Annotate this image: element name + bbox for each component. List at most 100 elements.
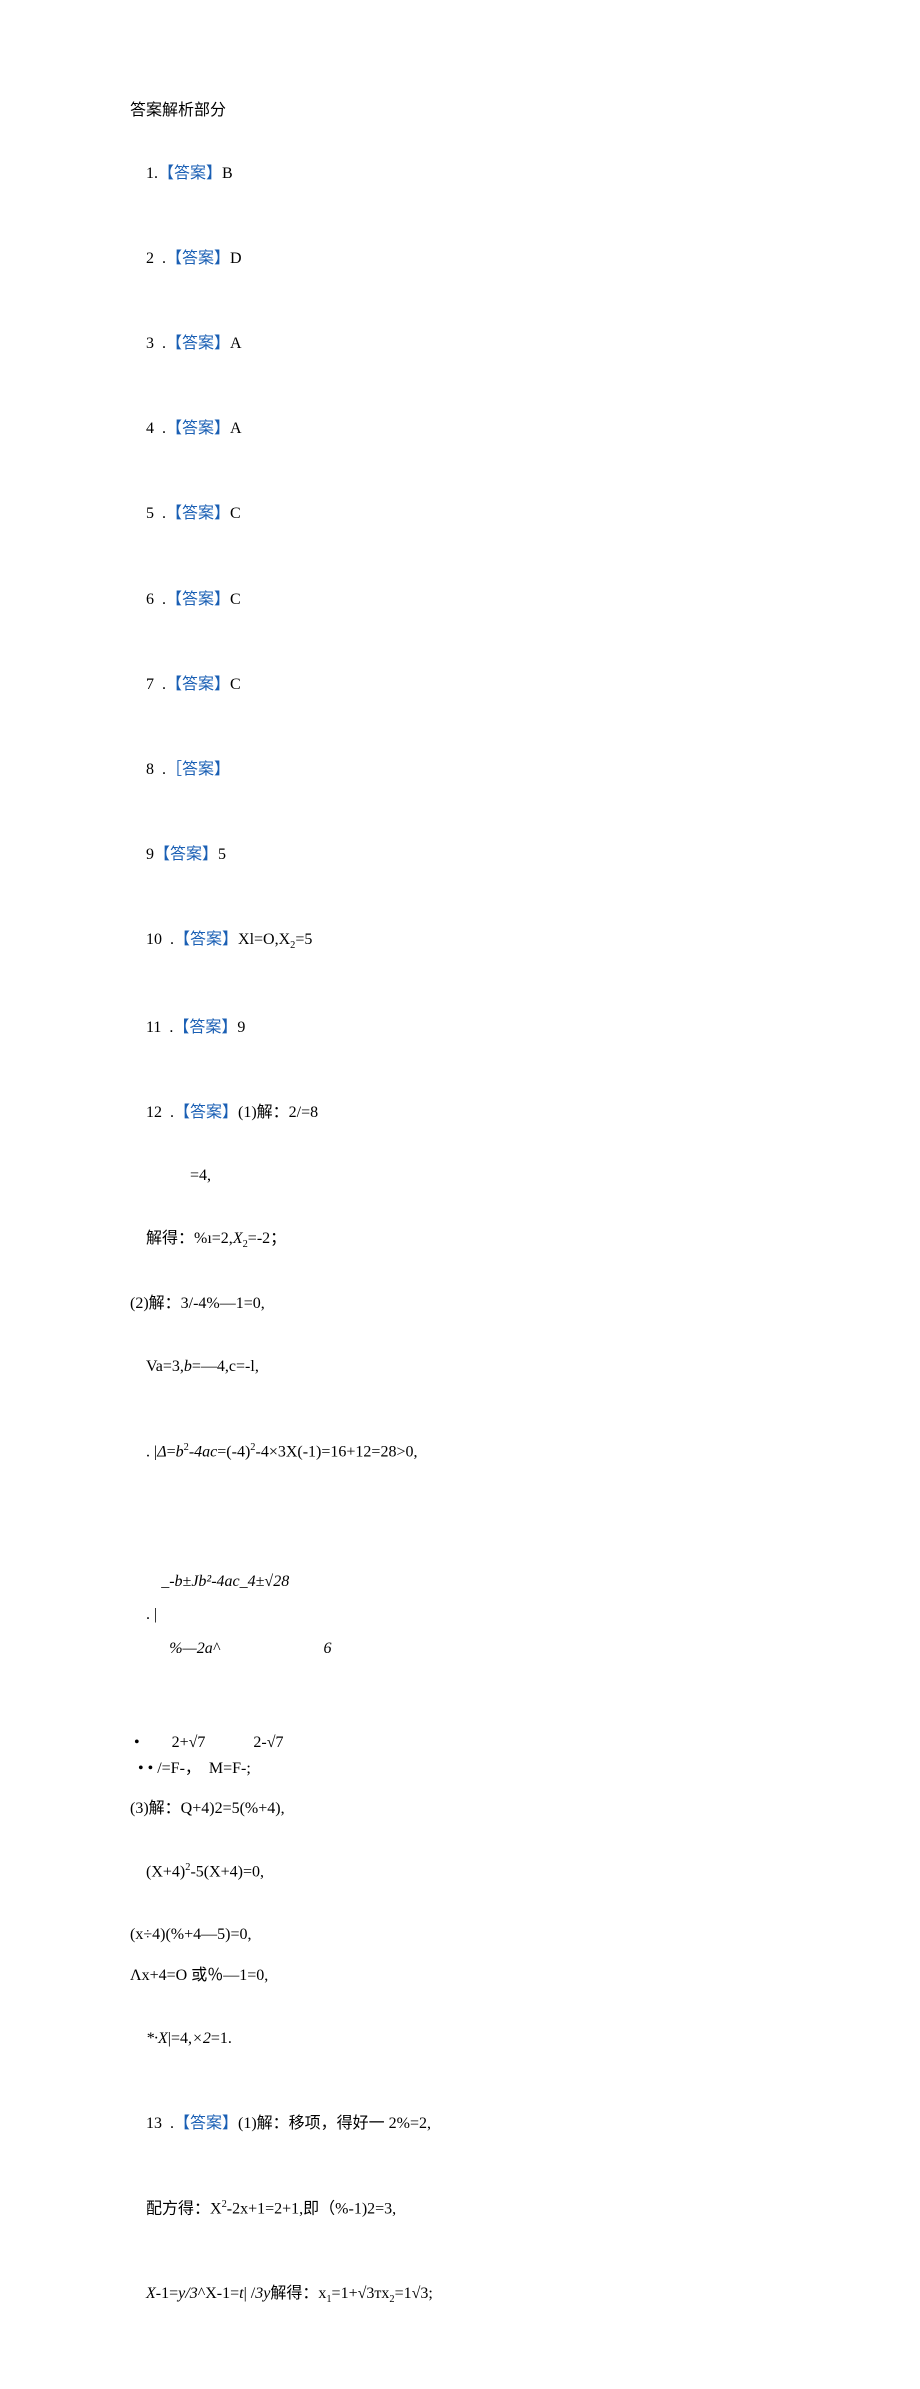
- answer-4: 4 .【答案】A: [130, 396, 920, 463]
- text: 解得：x: [270, 2285, 326, 2302]
- answer-value: A: [230, 335, 242, 352]
- answer-label: 【答案】: [166, 250, 230, 267]
- answer-label: 【答案】: [174, 2115, 238, 2132]
- text: . |: [146, 1443, 157, 1460]
- answer-6: 6 .【答案】C: [130, 566, 920, 633]
- answer-label: 【答案】: [166, 591, 230, 608]
- q-number: 13 .: [146, 2115, 174, 2132]
- work-line: • 2+√7 2-√7: [130, 1732, 920, 1754]
- work-line: (X+4)2-5(X+4)=0,: [130, 1839, 920, 1907]
- work-line: . |Δ=b2-4ac=(-4)2-4×3X(-1)=16+12=28>0,: [130, 1418, 920, 1486]
- work-line: =4,: [130, 1165, 920, 1187]
- work-line: Λx+4=O 或％—1=0,: [130, 1965, 920, 1987]
- answer-label: 【答案】: [158, 165, 222, 182]
- document-page: 答案解析部分 1.【答案】B 2 .【答案】D 3 .【答案】A 4 .【答案】…: [0, 0, 920, 2389]
- text: -2x+1=2+1,即（%-1)2=3,: [227, 2200, 396, 2217]
- text: =—4,c=-l,: [192, 1358, 259, 1375]
- text: X: [146, 2285, 156, 2302]
- q-number: 4 .: [146, 420, 166, 437]
- work-line: 解得：%ı=2,X2=-2；: [130, 1205, 920, 1275]
- answer-5: 5 .【答案】C: [130, 481, 920, 548]
- answer-3: 3 .【答案】A: [130, 311, 920, 378]
- text: -1=: [156, 2285, 178, 2302]
- q-number: 7 .: [146, 676, 166, 693]
- answer-label: 【答案】: [166, 420, 230, 437]
- text: =1.: [211, 2030, 232, 2047]
- answer-value: X: [279, 931, 291, 948]
- work-line: (3)解：Q+4)2=5(%+4),: [130, 1798, 920, 1820]
- text: -4ac: [189, 1443, 217, 1460]
- answer-11: 11 .【答案】9: [130, 994, 920, 1061]
- q-number: 11 .: [146, 1019, 173, 1036]
- answer-value: C: [230, 505, 241, 522]
- text: ×2: [192, 2030, 211, 2047]
- q-number: 6 .: [146, 591, 166, 608]
- answer-value: 5: [218, 846, 226, 863]
- q-number: 3 .: [146, 335, 166, 352]
- answer-label: 【答案】: [166, 676, 230, 693]
- answer-8: 8 .［答案】: [130, 737, 920, 804]
- text: y/3: [178, 2285, 198, 2302]
- text: | /: [244, 2285, 256, 2302]
- fraction: _-b±Jb²-4ac_4±√28 %—2a^ 6: [159, 1526, 333, 1705]
- numerator: _-b±Jb²-4ac_4±√28: [159, 1571, 333, 1593]
- text: -4×3X(-1)=16+12=28>0,: [255, 1443, 417, 1460]
- answer-value: D: [230, 250, 242, 267]
- work-line: . | _-b±Jb²-4ac_4±√28 %—2a^ 6: [130, 1504, 920, 1728]
- q-number: 10 .: [146, 931, 174, 948]
- answer-label: 【答案】: [174, 1104, 238, 1121]
- answer-value: C: [230, 591, 241, 608]
- section-heading: 答案解析部分: [130, 100, 920, 122]
- answer-7: 7 .【答案】C: [130, 651, 920, 718]
- q-number: 2 .: [146, 250, 166, 267]
- text: *·X: [146, 2030, 168, 2047]
- q-number: 9: [146, 846, 154, 863]
- answer-12: 12 .【答案】(1)解：2/=8: [130, 1080, 920, 1147]
- text: Va=3,: [146, 1358, 184, 1375]
- text: b: [176, 1443, 184, 1460]
- answer-1: 1.【答案】B: [130, 140, 920, 207]
- text: 解得：%ı=2,: [146, 1230, 233, 1247]
- answer-10: 10 .【答案】Xl=O,X2=5: [130, 907, 920, 977]
- text: =1+√3тx: [332, 2285, 390, 2302]
- work-line: (x÷4)(%+4—5)=0,: [130, 1924, 920, 1946]
- work-line: (2)解：3/-4%—1=0,: [130, 1293, 920, 1315]
- answer-2: 2 .【答案】D: [130, 226, 920, 293]
- q-number: 8 .: [146, 761, 166, 778]
- answer-value: Xl=O,: [238, 931, 279, 948]
- q-number: 1.: [146, 165, 158, 182]
- text: =: [167, 1443, 176, 1460]
- text: 3y: [255, 2285, 270, 2302]
- answer-13: 13 .【答案】(1)解：移项，得好一 2%=2,: [130, 2090, 920, 2157]
- text: =(-4): [217, 1443, 250, 1460]
- denominator: %—2a^ 6: [159, 1638, 333, 1660]
- answer-value: C: [230, 676, 241, 693]
- text: -5(X+4)=0,: [190, 1864, 264, 1881]
- answer-label: 【答案】: [166, 505, 230, 522]
- answer-label: 【答案】: [174, 931, 238, 948]
- answer-label: 【答案】: [173, 1019, 237, 1036]
- answer-value: B: [222, 165, 233, 182]
- answer-label: 【答案】: [154, 846, 218, 863]
- text: . |: [146, 1606, 157, 1623]
- work-line: *·X|=4,×2=1.: [130, 2005, 920, 2072]
- answer-value: (1)解：2/=8: [238, 1104, 318, 1121]
- text: |=4,: [168, 2030, 192, 2047]
- answer-value: (1)解：移项，得好一 2%=2,: [238, 2115, 431, 2132]
- answer-9: 9【答案】5: [130, 822, 920, 889]
- text: ^X-1=: [198, 2285, 239, 2302]
- work-line: • • /=F-， M=F-;: [130, 1758, 920, 1780]
- q-number: 12 .: [146, 1104, 174, 1121]
- text: =1√3;: [395, 2285, 433, 2302]
- q-number: 5 .: [146, 505, 166, 522]
- text: =-2；: [248, 1230, 286, 1247]
- work-line: Va=3,b=—4,c=-l,: [130, 1333, 920, 1400]
- text: Δ: [157, 1443, 166, 1460]
- answer-label: 【答案】: [166, 335, 230, 352]
- answer-value: A: [230, 420, 242, 437]
- answer-value: =5: [295, 931, 312, 948]
- text: (X+4): [146, 1864, 185, 1881]
- work-line: 配方得：X2-2x+1=2+1,即（%-1)2=3,: [130, 2176, 920, 2244]
- text: b: [184, 1358, 192, 1375]
- text: X: [233, 1230, 243, 1247]
